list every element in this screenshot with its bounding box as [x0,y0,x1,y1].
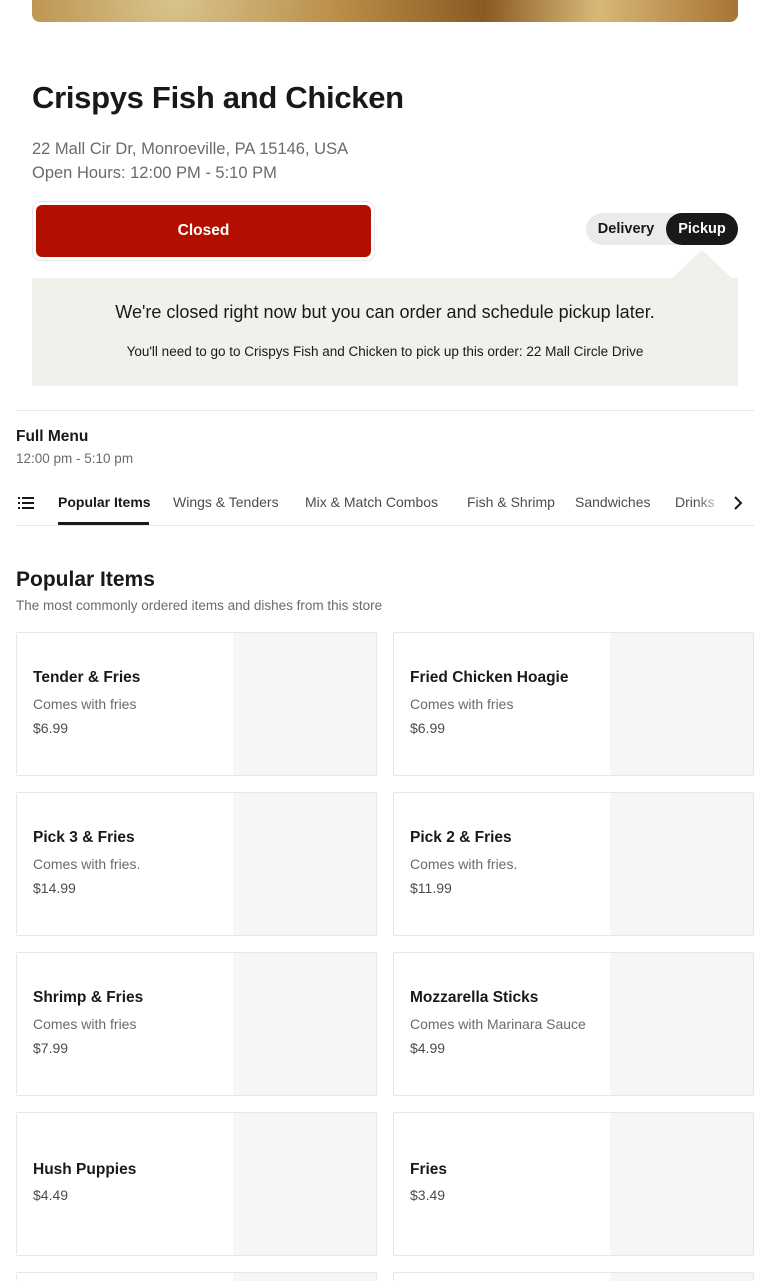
item-price: $7.99 [33,1040,69,1056]
chevron-right-icon[interactable] [732,496,744,510]
item-name: Mozzarella Sticks [410,989,539,1006]
section-subtitle: The most commonly ordered items and dish… [16,598,383,613]
item-image-placeholder [233,953,376,1095]
item-name: Pick 2 & Fries [410,829,512,846]
menu-item-card[interactable]: Mozzarella Sticks Comes with Marinara Sa… [393,952,754,1096]
item-description: Comes with fries. [410,856,518,872]
closed-notice-banner: We're closed right now but you can order… [32,278,738,386]
item-name: Pick 3 & Fries [33,829,135,846]
item-price: $11.99 [410,880,452,896]
item-name: Fries [410,1161,448,1178]
notice-pointer [672,250,732,278]
item-image-placeholder [610,793,753,935]
tab-fish-shrimp[interactable]: Fish & Shrimp [467,494,555,510]
closed-status-button[interactable]: Closed [36,205,371,257]
item-name: Hush Puppies [33,1161,137,1178]
item-price: $14.99 [33,880,76,896]
pickup-option[interactable]: Pickup [666,213,738,245]
store-hero-image [32,0,738,22]
tab-sandwiches[interactable]: Sandwiches [575,494,651,510]
item-name: Tender & Fries [33,669,141,686]
menu-item-card[interactable]: Pick 2 & Fries Comes with fries. $11.99 [393,792,754,936]
item-description: Comes with fries. [33,856,141,872]
item-image-placeholder [233,793,376,935]
store-open-hours: Open Hours: 12:00 PM - 5:10 PM [32,164,277,182]
notice-detail: You'll need to go to Crispys Fish and Ch… [126,344,644,359]
tabs-divider [16,525,754,526]
store-name: Crispys Fish and Chicken [32,80,404,115]
tab-wings-tenders[interactable]: Wings & Tenders [173,494,279,510]
menu-item-card[interactable]: Fries $3.49 [393,1112,754,1256]
menu-item-card[interactable]: Pick 3 & Fries Comes with fries. $14.99 [16,792,377,936]
delivery-option[interactable]: Delivery [586,213,666,245]
item-description: Comes with Marinara Sauce [410,1016,586,1032]
item-price: $6.99 [410,720,446,736]
item-description: Comes with fries [33,696,137,712]
item-image-placeholder [610,953,753,1095]
menu-hours: 12:00 pm - 5:10 pm [16,451,134,466]
item-description: Comes with fries [410,696,514,712]
list-icon[interactable] [18,496,34,510]
notice-headline: We're closed right now but you can order… [115,302,655,322]
item-image-placeholder [233,1113,376,1255]
item-name: Shrimp & Fries [33,989,144,1006]
delivery-pickup-toggle[interactable]: Delivery Pickup [586,213,738,245]
item-image-placeholder [610,1113,753,1255]
menu-item-card[interactable]: Hush Puppies $4.49 [16,1112,377,1256]
menu-title: Full Menu [16,428,89,445]
item-price: $4.99 [410,1040,446,1056]
tab-mix-match-combos[interactable]: Mix & Match Combos [305,494,438,510]
item-image-placeholder [610,633,753,775]
item-description: Comes with fries [33,1016,137,1032]
category-tabs: Popular Items Wings & Tenders Mix & Matc… [16,486,754,526]
store-address: 22 Mall Cir Dr, Monroeville, PA 15146, U… [32,140,349,158]
section-divider [16,410,754,411]
item-price: $6.99 [33,720,69,736]
item-name: Fried Chicken Hoagie [410,669,569,686]
menu-item-card-partial[interactable] [393,1272,754,1281]
menu-item-card[interactable]: Shrimp & Fries Comes with fries $7.99 [16,952,377,1096]
item-image-placeholder [233,1273,376,1281]
menu-item-card[interactable]: Tender & Fries Comes with fries $6.99 [16,632,377,776]
section-title: Popular Items [16,568,155,591]
item-price: $4.49 [33,1187,69,1203]
item-price: $3.49 [410,1187,446,1203]
tabs-fade [696,486,726,522]
item-image-placeholder [233,633,376,775]
tab-popular-items[interactable]: Popular Items [58,494,151,510]
item-image-placeholder [610,1273,753,1281]
menu-item-card[interactable]: Fried Chicken Hoagie Comes with fries $6… [393,632,754,776]
menu-item-card-partial[interactable] [16,1272,377,1281]
status-button-wrapper: Closed [32,201,375,261]
